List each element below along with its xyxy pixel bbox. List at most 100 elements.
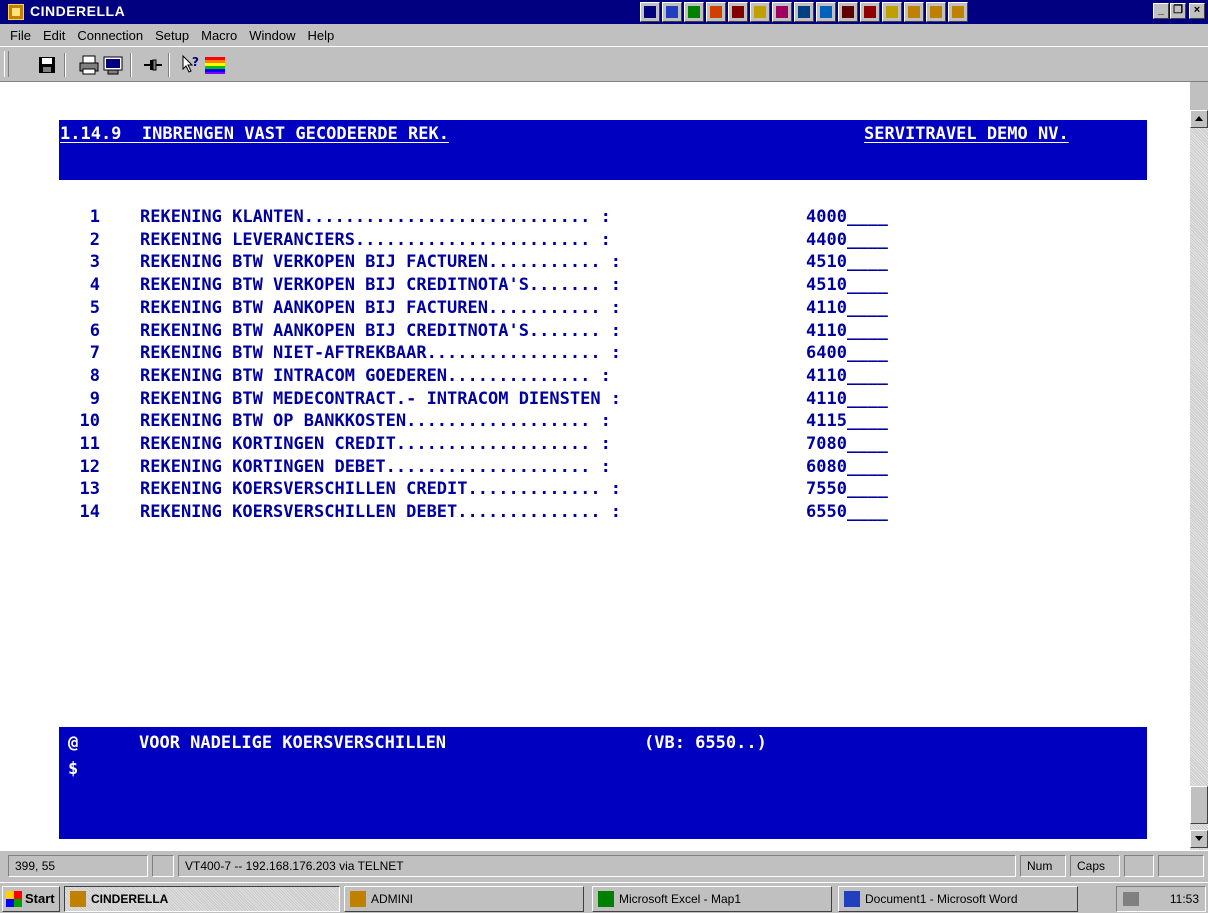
row-label: REKENING BTW INTRACOM GOEDEREN..........… bbox=[140, 366, 611, 386]
outlook-shortcut-icon[interactable] bbox=[816, 2, 836, 22]
binder-shortcut-icon[interactable] bbox=[772, 2, 792, 22]
connect-icon[interactable] bbox=[142, 54, 164, 76]
status-indicator bbox=[152, 855, 174, 877]
account-number-field[interactable]: 4510____ bbox=[806, 252, 888, 272]
task-admini[interactable]: ADMINI bbox=[344, 886, 584, 912]
account-number-field[interactable]: 4400____ bbox=[806, 230, 888, 250]
task-label: CINDERELLA bbox=[91, 892, 169, 906]
shortcut-icon[interactable] bbox=[640, 2, 660, 22]
network-tray-icon[interactable] bbox=[1123, 892, 1139, 906]
menu-help[interactable]: Help bbox=[302, 28, 341, 43]
scroll-up-button[interactable] bbox=[1190, 110, 1208, 128]
row-label: REKENING BTW AANKOPEN BIJ FACTUREN......… bbox=[140, 298, 622, 318]
row-label: REKENING BTW MEDECONTRACT.- INTRACOM DIE… bbox=[140, 389, 622, 409]
menu-setup[interactable]: Setup bbox=[149, 28, 195, 43]
toolbar-separator bbox=[168, 53, 170, 77]
menu-window[interactable]: Window bbox=[243, 28, 301, 43]
cinderella-app-icon[interactable] bbox=[8, 4, 24, 20]
toolbar: ? bbox=[0, 46, 1208, 82]
company-name: SERVITRAVEL DEMO NV. bbox=[864, 124, 1069, 144]
minimize-icon[interactable]: _ bbox=[1153, 3, 1169, 19]
arrow-down-icon bbox=[1195, 836, 1203, 841]
cinderella-shortcut-icon[interactable] bbox=[926, 2, 946, 22]
row-number: 6 bbox=[89, 321, 100, 341]
row-number: 5 bbox=[89, 298, 100, 318]
color-palette-icon[interactable] bbox=[204, 54, 226, 76]
menu-macro[interactable]: Macro bbox=[195, 28, 243, 43]
account-number-field[interactable]: 4115____ bbox=[806, 411, 888, 431]
row-label: REKENING BTW NIET-AFTREKBAAR............… bbox=[140, 343, 622, 363]
excel-shortcut-icon[interactable] bbox=[684, 2, 704, 22]
row-label: REKENING KORTINGEN DEBET................… bbox=[140, 457, 611, 477]
account-number-field[interactable]: 6080____ bbox=[806, 457, 888, 477]
task-excel[interactable]: Microsoft Excel - Map1 bbox=[592, 886, 832, 912]
toolbar-grip[interactable] bbox=[4, 51, 9, 77]
explorer-shortcut-icon[interactable] bbox=[794, 2, 814, 22]
chart-shortcut-icon[interactable] bbox=[882, 2, 902, 22]
close-icon[interactable]: × bbox=[1189, 3, 1205, 19]
schedule-shortcut-icon[interactable] bbox=[750, 2, 770, 22]
start-label: Start bbox=[25, 891, 55, 906]
account-number-field[interactable]: 7080____ bbox=[806, 434, 888, 454]
windows-logo-icon bbox=[6, 891, 22, 907]
network-shortcut-icon[interactable] bbox=[860, 2, 880, 22]
account-number-field[interactable]: 4000____ bbox=[806, 207, 888, 227]
network-shortcut-icon[interactable] bbox=[838, 2, 858, 22]
vertical-scrollbar[interactable] bbox=[1190, 110, 1208, 850]
cinderella-icon bbox=[350, 891, 366, 907]
title-bar: CINDERELLA _ ❐ × bbox=[0, 0, 1208, 24]
scroll-thumb[interactable] bbox=[1190, 786, 1208, 824]
caps-lock-indicator: Caps bbox=[1070, 855, 1120, 877]
row-label: REKENING BTW VERKOPEN BIJ CREDITNOTA'S..… bbox=[140, 275, 622, 295]
print-screen-icon[interactable] bbox=[102, 54, 124, 76]
window-title: CINDERELLA bbox=[30, 3, 126, 19]
scroll-down-button[interactable] bbox=[1190, 830, 1208, 848]
account-number-field[interactable]: 6400____ bbox=[806, 343, 888, 363]
account-number-field[interactable]: 4110____ bbox=[806, 298, 888, 318]
cinderella-shortcut-icon[interactable] bbox=[948, 2, 968, 22]
task-label: Microsoft Excel - Map1 bbox=[619, 892, 742, 906]
cursor-position: 399, 55 bbox=[8, 855, 148, 877]
menu-file[interactable]: File bbox=[4, 28, 37, 43]
print-icon[interactable] bbox=[78, 54, 100, 76]
row-number: 12 bbox=[79, 457, 100, 477]
context-help-icon[interactable]: ? bbox=[180, 54, 202, 76]
row-number: 9 bbox=[89, 389, 100, 409]
row-number: 14 bbox=[79, 502, 100, 522]
num-lock-indicator: Num bbox=[1020, 855, 1066, 877]
row-label: REKENING BTW VERKOPEN BIJ FACTUREN......… bbox=[140, 252, 622, 272]
task-label: Document1 - Microsoft Word bbox=[865, 892, 1018, 906]
access-shortcut-icon[interactable] bbox=[728, 2, 748, 22]
word-icon bbox=[844, 891, 860, 907]
row-label: REKENING KOERSVERSCHILLEN CREDIT........… bbox=[140, 479, 622, 499]
task-word[interactable]: Document1 - Microsoft Word bbox=[838, 886, 1078, 912]
account-number-field[interactable]: 4110____ bbox=[806, 321, 888, 341]
menu-bar: File Edit Connection Setup Macro Window … bbox=[0, 24, 1208, 46]
terminal-screen[interactable]: 1.14.9 INBRENGEN VAST GECODEERDE REK. SE… bbox=[0, 82, 1190, 850]
account-number-field[interactable]: 7550____ bbox=[806, 479, 888, 499]
svg-text:?: ? bbox=[192, 55, 199, 69]
status-indicator bbox=[1158, 855, 1204, 877]
powerpoint-shortcut-icon[interactable] bbox=[706, 2, 726, 22]
status-indicator bbox=[1124, 855, 1154, 877]
account-number-field[interactable]: 4110____ bbox=[806, 366, 888, 386]
help-text: VOOR NADELIGE KOERSVERSCHILLEN bbox=[139, 733, 447, 753]
word-shortcut-icon[interactable] bbox=[662, 2, 682, 22]
task-cinderella[interactable]: CINDERELLA bbox=[64, 886, 340, 912]
help-banner: @ VOOR NADELIGE KOERSVERSCHILLEN (VB: 65… bbox=[59, 727, 1147, 839]
cinderella-shortcut-icon[interactable] bbox=[904, 2, 924, 22]
system-clock: 11:53 bbox=[1116, 886, 1206, 912]
menu-connection[interactable]: Connection bbox=[71, 28, 149, 43]
account-number-field[interactable]: 6550____ bbox=[806, 502, 888, 522]
row-label: REKENING KORTINGEN CREDIT...............… bbox=[140, 434, 611, 454]
restore-icon[interactable]: ❐ bbox=[1170, 3, 1186, 19]
help-example: (VB: 6550..) bbox=[644, 733, 767, 753]
toolbar-shortcut-icons bbox=[640, 2, 968, 22]
cinderella-icon bbox=[70, 891, 86, 907]
row-number: 1 bbox=[89, 207, 100, 227]
account-number-field[interactable]: 4110____ bbox=[806, 389, 888, 409]
account-number-field[interactable]: 4510____ bbox=[806, 275, 888, 295]
start-button[interactable]: Start bbox=[2, 886, 60, 912]
menu-edit[interactable]: Edit bbox=[37, 28, 71, 43]
save-icon[interactable] bbox=[36, 54, 58, 76]
